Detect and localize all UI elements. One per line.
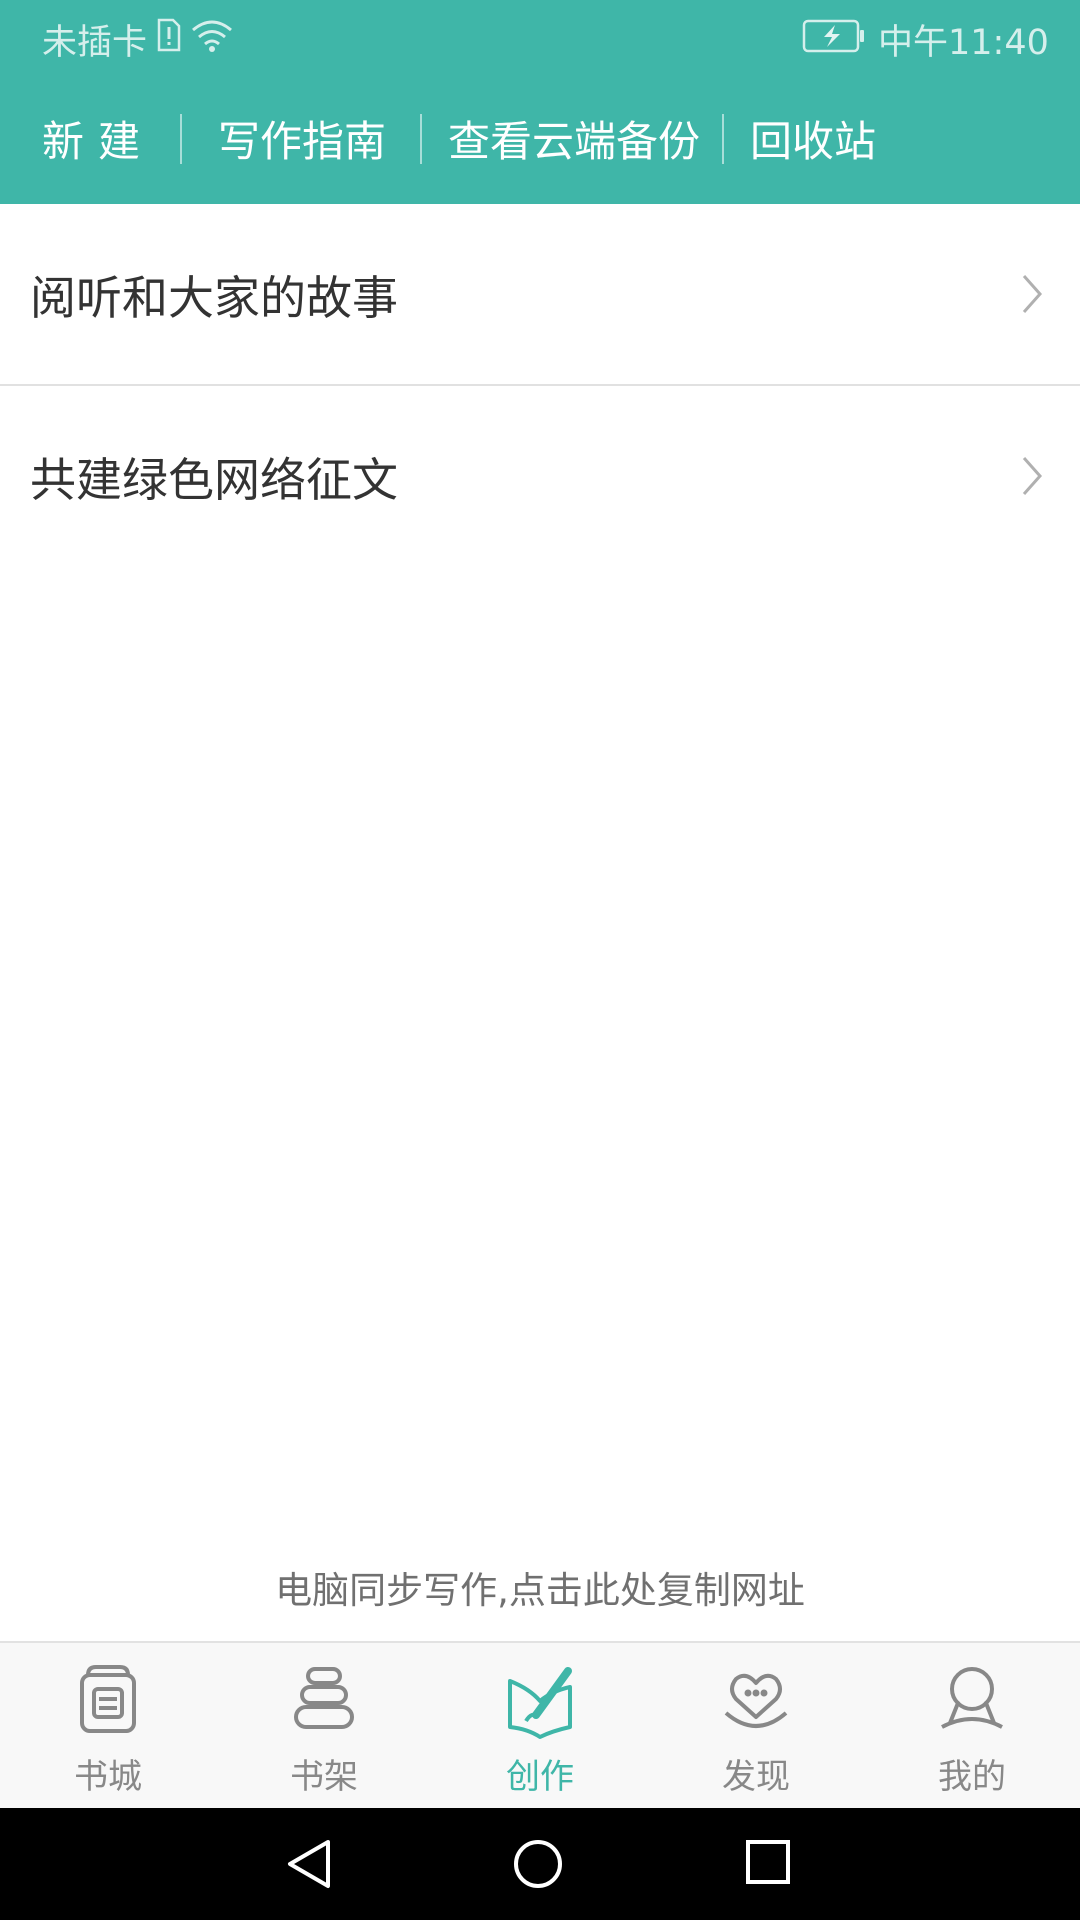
tab-label: 我的 [938, 1757, 1006, 1797]
list-item-label: 阅听和大家的故事 [30, 271, 398, 325]
copy-sync-url-link[interactable]: 电脑同步写作,点击此处复制网址 [0, 1560, 1080, 1614]
writing-guide-button[interactable]: 写作指南 [218, 116, 386, 168]
chevron-right-icon [1020, 454, 1044, 502]
create-icon [508, 1667, 572, 1739]
status-bar: 未插卡 中午11:40 [0, 0, 1080, 76]
tab-create[interactable]: 创作 [432, 1643, 648, 1809]
bookshelf-icon [294, 1667, 354, 1729]
topic-list: 阅听和大家的故事 共建绿色网络征文 [0, 204, 1080, 566]
tab-bookstore[interactable]: 书城 [0, 1643, 216, 1809]
bookstore-icon [80, 1665, 136, 1733]
tab-label: 书架 [290, 1757, 358, 1797]
action-bar: 新建 写作指南 查看云端备份 回收站 [0, 76, 1080, 204]
recents-icon[interactable] [744, 1838, 792, 1890]
clock-text: 中午11:40 [878, 23, 1049, 63]
list-item[interactable]: 阅听和大家的故事 [0, 204, 1080, 386]
battery-charging-icon [802, 18, 866, 63]
tab-bookshelf[interactable]: 书架 [216, 1643, 432, 1809]
sim-card-icon [156, 18, 182, 61]
tab-discover[interactable]: 发现 [648, 1643, 864, 1809]
cloud-backup-button[interactable]: 查看云端备份 [448, 116, 700, 168]
new-button[interactable]: 新建 [42, 116, 154, 168]
wifi-icon [190, 18, 234, 63]
list-item[interactable]: 共建绿色网络征文 [0, 386, 1080, 566]
action-divider [722, 114, 724, 164]
carrier-text: 未插卡 [42, 23, 148, 63]
action-divider [420, 114, 422, 164]
system-nav-bar [0, 1808, 1080, 1920]
action-divider [180, 114, 182, 164]
list-item-label: 共建绿色网络征文 [30, 453, 398, 507]
tab-profile[interactable]: 我的 [864, 1643, 1080, 1809]
tab-label: 创作 [506, 1757, 574, 1797]
home-icon[interactable] [512, 1838, 564, 1894]
profile-icon [941, 1667, 1003, 1729]
app-header: 未插卡 中午11:40 新建 写作指南 查看云端备份 回收站 [0, 0, 1080, 204]
bottom-tab-bar: 书城 书架 创作 发现 我的 [0, 1641, 1080, 1809]
recycle-bin-button[interactable]: 回收站 [750, 116, 876, 168]
discover-icon [724, 1673, 788, 1728]
back-icon[interactable] [284, 1838, 334, 1894]
chevron-right-icon [1020, 272, 1044, 320]
tab-label: 书城 [74, 1757, 142, 1797]
tab-label: 发现 [722, 1757, 790, 1797]
